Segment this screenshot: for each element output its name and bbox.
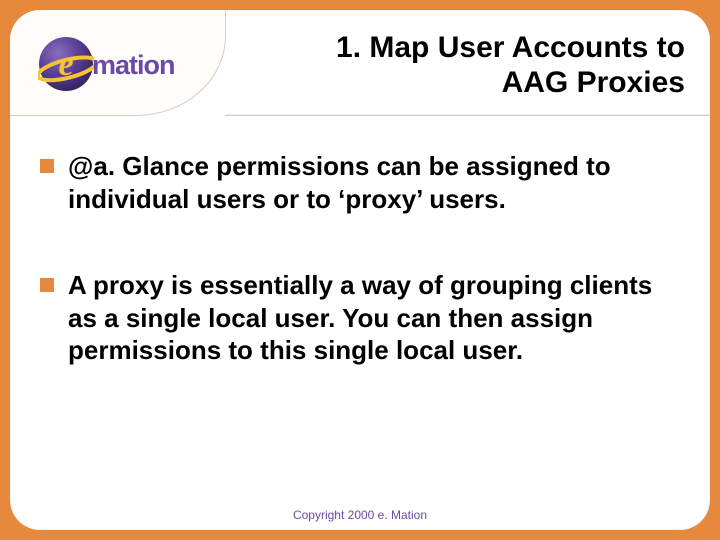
list-item: A proxy is essentially a way of grouping…	[40, 269, 680, 367]
title-line-2: AAG Proxies	[502, 66, 685, 99]
emation-logo-icon: e	[38, 36, 94, 92]
bullet-square-icon	[40, 278, 54, 292]
title-line-1: 1. Map User Accounts to	[336, 31, 685, 64]
list-item: @a. Glance permissions can be assigned t…	[40, 150, 680, 215]
svg-text:e: e	[58, 46, 73, 83]
bullet-text: @a. Glance permissions can be assigned t…	[68, 150, 680, 215]
slide-title: 1. Map User Accounts to AAG Proxies	[240, 30, 685, 101]
bullet-text: A proxy is essentially a way of grouping…	[68, 269, 680, 367]
logo-wordmark: mation	[92, 50, 175, 81]
slide-panel: e mation 1. Map User Accounts to AAG Pro…	[10, 10, 710, 530]
copyright-footer: Copyright 2000 e. Mation	[10, 508, 710, 522]
bullet-square-icon	[40, 159, 54, 173]
slide-frame: e mation 1. Map User Accounts to AAG Pro…	[0, 0, 720, 540]
logo: e mation	[38, 36, 213, 96]
header-divider	[225, 114, 710, 116]
slide-body: @a. Glance permissions can be assigned t…	[40, 150, 680, 421]
